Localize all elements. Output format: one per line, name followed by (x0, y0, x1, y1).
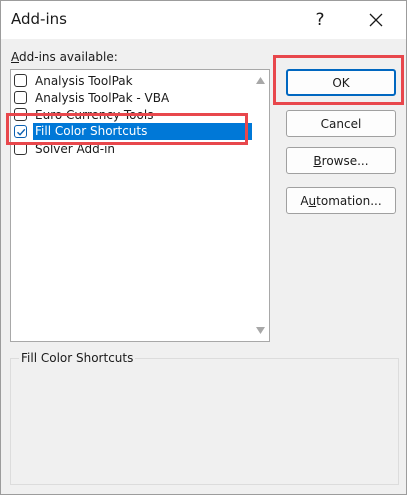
scroll-down-arrow-icon[interactable] (256, 327, 265, 334)
checkbox[interactable] (14, 108, 27, 121)
checkmark-icon (16, 128, 25, 136)
list-item-selected[interactable]: Fill Color Shortcuts (11, 123, 252, 140)
add-ins-available-label: Add-ins available: (11, 50, 118, 64)
list-item[interactable]: Solver Add-in (11, 140, 252, 157)
title-bar: Add-ins ? (1, 1, 406, 39)
add-ins-dialog: Add-ins ? Add-ins available: Analysis To… (0, 0, 407, 495)
browse-button[interactable]: Browse... (286, 147, 396, 174)
list-item[interactable]: Analysis ToolPak - VBA (11, 89, 252, 106)
ok-button[interactable]: OK (286, 69, 396, 96)
automation-button[interactable]: Automation... (286, 187, 396, 214)
list-scrollbar[interactable] (252, 70, 269, 341)
add-ins-listbox[interactable]: Analysis ToolPak Analysis ToolPak - VBA … (10, 69, 270, 342)
close-button[interactable] (359, 5, 393, 35)
description-group (10, 358, 399, 485)
checkbox[interactable] (14, 74, 27, 87)
help-icon: ? (315, 10, 325, 30)
checkbox[interactable] (14, 142, 27, 155)
scroll-up-arrow-icon[interactable] (256, 77, 265, 84)
cancel-button[interactable]: Cancel (286, 110, 396, 137)
list-item[interactable]: Euro Currency Tools (11, 106, 252, 123)
list-item[interactable]: Analysis ToolPak (11, 72, 252, 89)
checkbox-checked[interactable] (14, 125, 27, 138)
help-button[interactable]: ? (303, 5, 337, 35)
close-icon (369, 13, 383, 27)
checkbox[interactable] (14, 91, 27, 104)
dialog-title: Add-ins (11, 10, 67, 28)
description-title: Fill Color Shortcuts (19, 351, 136, 365)
